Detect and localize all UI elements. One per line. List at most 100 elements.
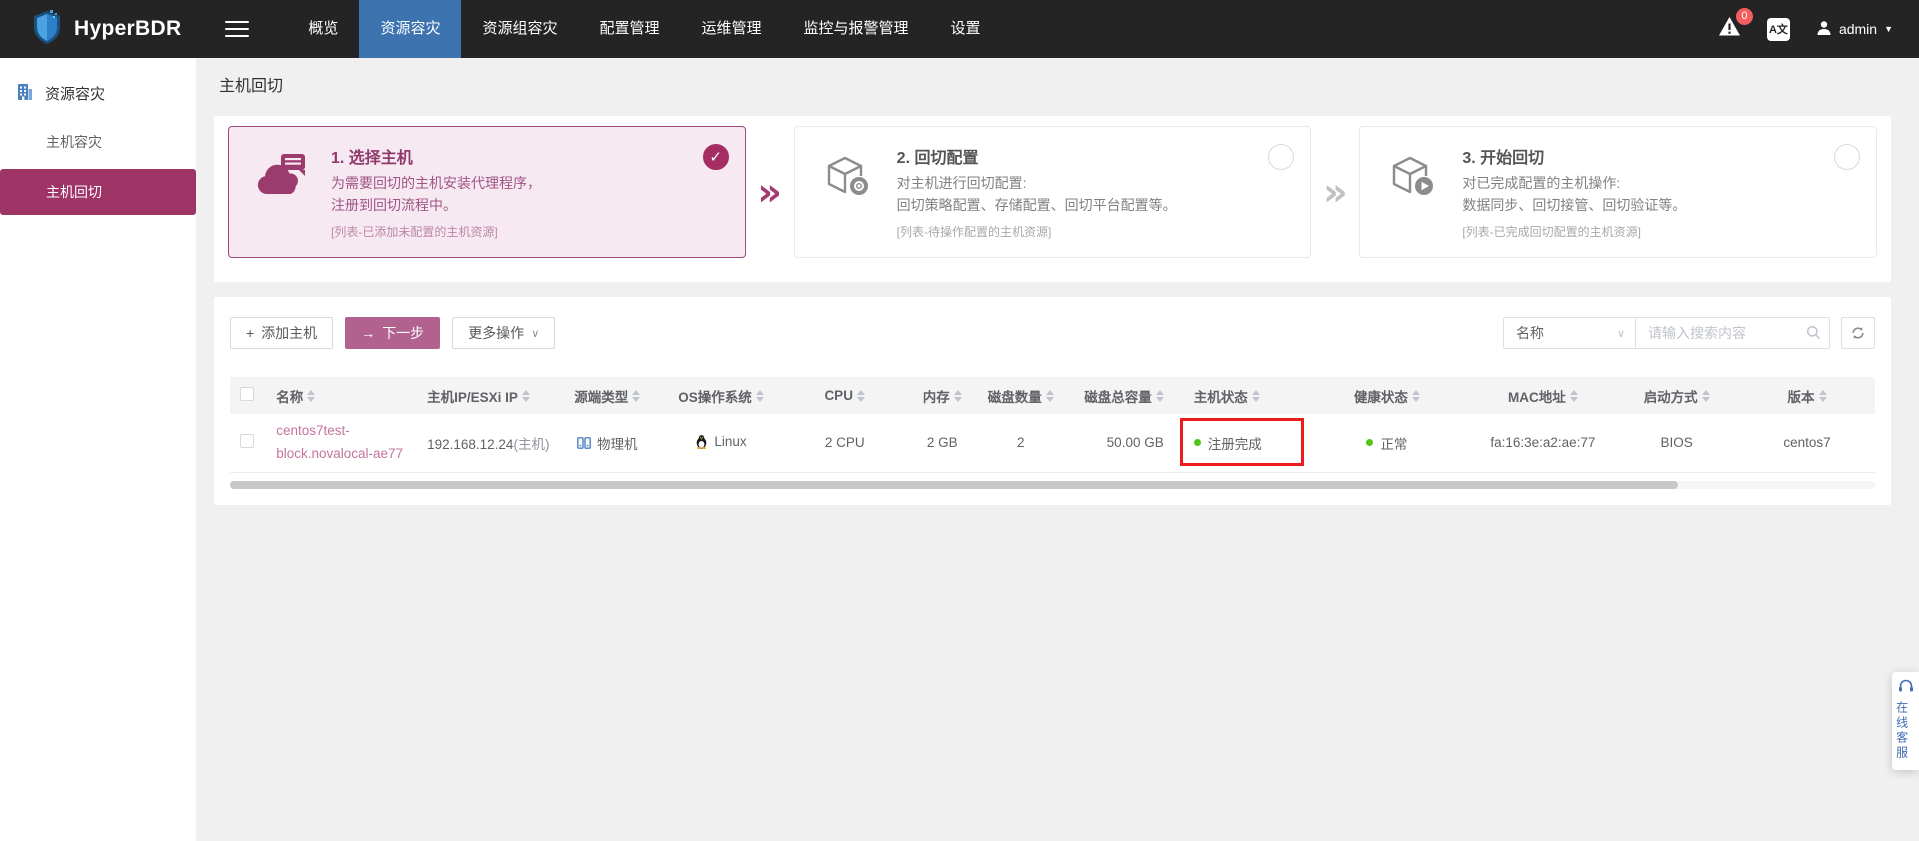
- sort-icon[interactable]: [1818, 389, 1827, 402]
- step-desc-line: 注册到回切流程中。: [331, 196, 457, 213]
- step-arrow-icon: »: [1323, 170, 1348, 214]
- headset-icon: [1898, 679, 1913, 692]
- step-desc-line: 数据同步、回切接管、回切验证等。: [1462, 196, 1687, 213]
- refresh-icon: [1852, 327, 1864, 339]
- nav-item-overview[interactable]: 概览: [287, 0, 359, 58]
- sort-icon[interactable]: [755, 389, 764, 402]
- scrollbar-thumb[interactable]: [230, 480, 1678, 489]
- step-title: 3. 开始回切: [1462, 150, 1545, 167]
- arrow-right-icon: →: [361, 325, 376, 341]
- host-ip-cell: 192.168.12.24(主机): [427, 436, 550, 452]
- table-header-row: 名称 主机IP/ESXi IP 源端类型 OS操作系统 CPU 内存 磁盘数量 …: [230, 377, 1875, 414]
- box-gear-icon: [821, 144, 877, 245]
- host-table: 名称 主机IP/ESXi IP 源端类型 OS操作系统 CPU 内存 磁盘数量 …: [230, 377, 1875, 473]
- table-row[interactable]: centos7test- block.novalocal-ae77 192.16…: [230, 414, 1875, 472]
- step-complete-check-icon: ✓: [702, 144, 729, 170]
- add-host-button[interactable]: + 添加主机: [230, 317, 334, 349]
- version-cell: centos7: [1783, 435, 1831, 451]
- horizontal-scrollbar[interactable]: [230, 480, 1875, 489]
- status-dot-green: [1366, 439, 1374, 447]
- language-switch-icon[interactable]: A文: [1766, 17, 1790, 41]
- chevron-down-icon: ∨: [1616, 327, 1625, 340]
- box-play-icon: [1386, 144, 1442, 245]
- select-all-checkbox[interactable]: [240, 387, 255, 401]
- step-desc-line: 为需要回切的主机安装代理程序，: [331, 175, 541, 191]
- search-input[interactable]: [1636, 317, 1830, 349]
- nav-item-config-mgmt[interactable]: 配置管理: [578, 0, 680, 58]
- sort-icon[interactable]: [1155, 389, 1164, 402]
- user-menu[interactable]: admin ▼: [1816, 20, 1893, 39]
- row-checkbox[interactable]: [240, 434, 255, 449]
- nav-item-ops-mgmt[interactable]: 运维管理: [680, 0, 782, 58]
- mac-cell: fa:16:3e:a2:ae:77: [1490, 435, 1596, 451]
- building-icon: [15, 82, 34, 105]
- step-desc-line: 回切策略配置、存储配置、回切平台配置等。: [896, 196, 1177, 213]
- more-actions-button[interactable]: 更多操作 ∨: [452, 317, 556, 349]
- sidebar-item-host-failback[interactable]: 主机回切: [0, 169, 196, 215]
- step-note: [列表-已完成回切配置的主机资源]: [1462, 225, 1642, 240]
- sort-icon[interactable]: [521, 389, 530, 402]
- sidebar: 资源容灾 主机容灾 主机回切: [0, 58, 196, 841]
- top-navbar: HyperBDR 概览 资源容灾 资源组容灾 配置管理 运维管理 监控与报警管理…: [0, 0, 1919, 58]
- host-name-link[interactable]: centos7test- block.novalocal-ae77: [276, 420, 415, 465]
- nav-item-resource-dr[interactable]: 资源容灾: [359, 0, 462, 58]
- physical-machine-icon: [577, 436, 591, 449]
- online-service-label: 在线客服: [1894, 701, 1909, 761]
- step-note: [列表-待操作配置的主机资源]: [896, 225, 1052, 240]
- next-step-button[interactable]: → 下一步: [345, 317, 441, 349]
- host-table-card: + 添加主机 → 下一步 更多操作 ∨ 名称 ∨ 请输入搜索内容 名称 主机IP…: [214, 297, 1891, 505]
- step-note: [列表-已添加未配置的主机资源]: [331, 225, 498, 240]
- nav-item-monitor-alarm[interactable]: 监控与报警管理: [783, 0, 930, 58]
- step-title: 2. 回切配置: [896, 150, 979, 167]
- online-service-tab[interactable]: 在线客服: [1892, 672, 1919, 770]
- sort-icon[interactable]: [1251, 389, 1260, 402]
- step-2-failback-config[interactable]: 2. 回切配置 对主机进行回切配置: 回切策略配置、存储配置、回切平台配置等。 …: [793, 126, 1312, 258]
- nav-item-settings[interactable]: 设置: [930, 0, 1002, 58]
- step-arrow-icon: »: [757, 170, 782, 214]
- step-3-start-failback[interactable]: 3. 开始回切 对已完成配置的主机操作: 数据同步、回切接管、回切验证等。 [列…: [1359, 126, 1878, 258]
- sidebar-item-host-dr[interactable]: 主机容灾: [0, 121, 196, 163]
- refresh-button[interactable]: [1841, 317, 1875, 349]
- table-toolbar: + 添加主机 → 下一步 更多操作 ∨ 名称 ∨: [230, 317, 1875, 349]
- notification-badge: 0: [1735, 8, 1753, 25]
- sort-icon[interactable]: [1569, 389, 1578, 402]
- sort-icon[interactable]: [632, 389, 641, 402]
- step-1-select-host[interactable]: 1. 选择主机 为需要回切的主机安装代理程序， 注册到回切流程中。 [列表-已添…: [228, 126, 746, 258]
- menu-toggle-icon[interactable]: [225, 16, 250, 42]
- filter-field-select[interactable]: 名称 ∨: [1503, 317, 1636, 349]
- chevron-down-icon: ▼: [1884, 24, 1893, 34]
- username: admin: [1838, 21, 1878, 37]
- sidebar-section-title: 资源容灾: [45, 86, 106, 103]
- sort-icon[interactable]: [953, 389, 962, 402]
- plus-icon: +: [246, 325, 255, 341]
- notification-warning-icon[interactable]: 0: [1718, 8, 1753, 42]
- status-dot-green: [1193, 439, 1201, 447]
- sort-icon[interactable]: [856, 389, 865, 402]
- memory-cell: 2 GB: [926, 435, 958, 451]
- linux-penguin-icon: [697, 434, 707, 449]
- page-title: 主机回切: [219, 78, 284, 95]
- sidebar-section-resource-dr[interactable]: 资源容灾: [0, 58, 196, 121]
- shield-logo-icon: [30, 9, 64, 50]
- user-icon: [1816, 20, 1832, 39]
- step-pending-circle: [1268, 144, 1295, 170]
- host-status-cell: 注册完成: [1179, 414, 1304, 472]
- source-type-cell: 物理机: [558, 414, 657, 472]
- step-desc-line: 对主机进行回切配置:: [896, 175, 1027, 191]
- cloud-host-icon: [255, 144, 311, 245]
- failback-steps-card: 1. 选择主机 为需要回切的主机安装代理程序， 注册到回切流程中。 [列表-已添…: [214, 116, 1891, 282]
- step-desc-line: 对已完成配置的主机操作:: [1462, 175, 1621, 191]
- sort-icon[interactable]: [307, 389, 316, 402]
- sort-icon[interactable]: [1701, 389, 1710, 402]
- chevron-down-icon: ∨: [531, 327, 540, 340]
- sort-icon[interactable]: [1045, 389, 1054, 402]
- main-content: 主机回切 1. 选择主机 为需要回切的主机安装代理程序， 注册到回切流程中。 […: [196, 58, 1919, 841]
- boot-type-cell: BIOS: [1660, 435, 1693, 451]
- disk-total-cell: 50.00 GB: [1106, 435, 1164, 451]
- health-status-cell: 正常: [1302, 414, 1471, 472]
- brand-logo[interactable]: HyperBDR: [0, 9, 211, 50]
- top-navigation: 概览 资源容灾 资源组容灾 配置管理 运维管理 监控与报警管理 设置: [287, 0, 1001, 58]
- sort-icon[interactable]: [1411, 389, 1420, 402]
- search-icon: [1806, 325, 1821, 345]
- nav-item-resource-group-dr[interactable]: 资源组容灾: [461, 0, 578, 58]
